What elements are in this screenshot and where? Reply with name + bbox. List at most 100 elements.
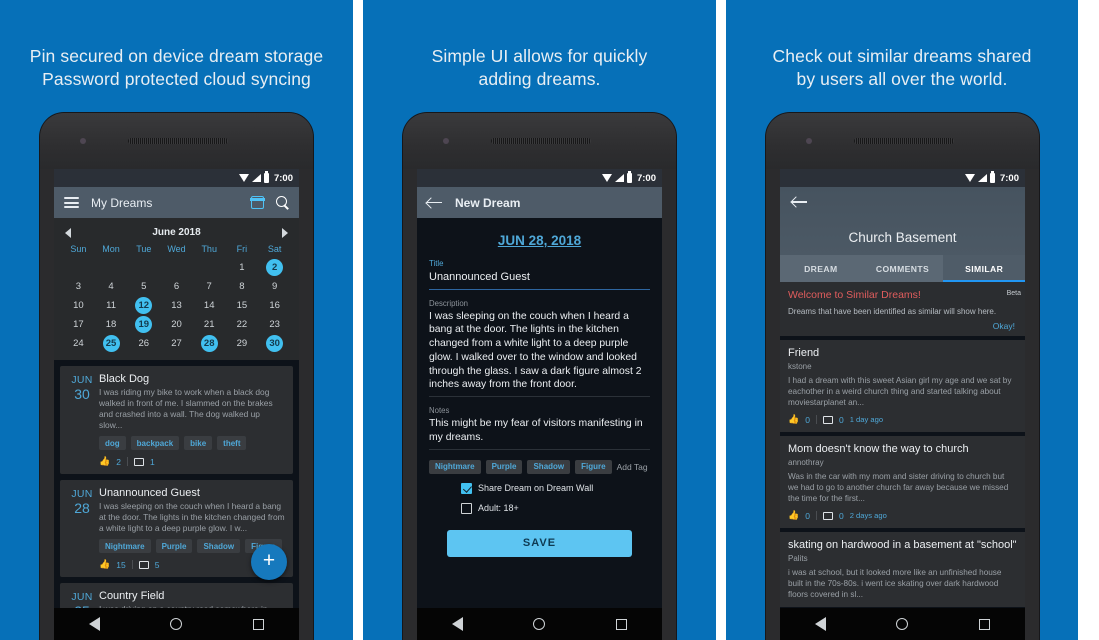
panel-headline: Check out similar dreams shared by users… <box>726 0 1078 91</box>
calendar-day[interactable]: 16 <box>258 297 291 314</box>
calendar-day[interactable]: 5 <box>127 278 160 295</box>
thumbs-up-icon[interactable]: 👍 <box>788 510 799 521</box>
tag-row[interactable]: Nightmare Purple Shadow Figure Add Tag <box>429 459 650 474</box>
calendar-day[interactable]: 1 <box>226 259 259 276</box>
calendar-day[interactable]: 20 <box>160 316 193 333</box>
calendar-day[interactable]: 27 <box>160 335 193 352</box>
calendar-day[interactable]: 6 <box>160 278 193 295</box>
calendar-day[interactable]: 28 <box>193 335 226 352</box>
calendar-day-number: 13 <box>171 300 182 311</box>
nav-recents-icon[interactable] <box>252 618 264 630</box>
nav-back-icon[interactable] <box>815 617 827 631</box>
calendar-day[interactable]: 29 <box>226 335 259 352</box>
description-field-value[interactable]: I was sleeping on the couch when I heard… <box>429 310 650 393</box>
tab-similar[interactable]: SIMILAR <box>943 255 1025 282</box>
nav-recents-icon[interactable] <box>615 618 627 630</box>
tag-chip[interactable]: dog <box>99 436 126 450</box>
calendar-day[interactable]: 2 <box>258 259 291 276</box>
back-arrow-row[interactable] <box>780 187 1025 208</box>
tag-chip[interactable]: Nightmare <box>429 459 481 474</box>
title-field-value[interactable]: Unannounced Guest <box>429 270 650 285</box>
new-dream-form[interactable]: JUN 28, 2018 Title Unannounced Guest Des… <box>417 218 662 557</box>
share-dream-checkbox-row[interactable]: Share Dream on Dream Wall <box>429 482 650 494</box>
calendar-day[interactable]: 3 <box>62 278 95 295</box>
calendar-day[interactable]: 11 <box>95 297 128 314</box>
adult-checkbox-row[interactable]: Adult: 18+ <box>429 502 650 514</box>
hamburger-menu-icon[interactable] <box>64 197 79 208</box>
calendar-day[interactable]: 24 <box>62 335 95 352</box>
back-arrow-icon[interactable] <box>792 196 808 208</box>
calendar-day[interactable]: 21 <box>193 316 226 333</box>
adult-checkbox[interactable] <box>461 502 472 514</box>
calendar-icon[interactable] <box>250 196 265 209</box>
next-month-icon[interactable] <box>282 228 288 238</box>
calendar-day[interactable]: 22 <box>226 316 259 333</box>
tag-chip[interactable]: bike <box>184 436 213 450</box>
tag-chip[interactable]: Shadow <box>197 539 241 553</box>
signal-icon <box>614 174 624 182</box>
back-arrow-icon[interactable] <box>427 197 443 209</box>
nav-home-icon[interactable] <box>533 618 546 630</box>
calendar-day[interactable]: 19 <box>127 316 160 333</box>
calendar-day[interactable]: 13 <box>160 297 193 314</box>
calendar-day-number: 20 <box>171 319 182 330</box>
calendar-day[interactable]: 4 <box>95 278 128 295</box>
calendar-day[interactable]: 26 <box>127 335 160 352</box>
share-dream-checkbox[interactable] <box>461 482 472 494</box>
share-dream-label: Share Dream on Dream Wall <box>478 483 594 494</box>
similar-dream-card[interactable]: Mom doesn't know the way to church annoth… <box>780 436 1025 528</box>
calendar-day-empty <box>95 259 128 276</box>
thumbs-up-icon[interactable]: 👍 <box>99 456 110 467</box>
comment-icon[interactable] <box>133 457 144 466</box>
calendar-day[interactable]: 25 <box>95 335 128 352</box>
calendar-day[interactable]: 15 <box>226 297 259 314</box>
calendar-day[interactable]: 23 <box>258 316 291 333</box>
tag-chip[interactable]: backpack <box>130 436 180 450</box>
add-tag-button[interactable]: Add Tag <box>617 462 648 472</box>
dream-card[interactable]: JUN 30 Black Dog I was riding my bike to wo… <box>60 366 293 474</box>
comment-icon[interactable] <box>822 511 833 520</box>
tag-chip[interactable]: Purple <box>155 539 193 553</box>
similar-dream-card[interactable]: skating on hardwood in a basement at "sc… <box>780 532 1025 607</box>
beta-badge: Beta <box>1006 290 1021 297</box>
tab-bar[interactable]: DREAM COMMENTS SIMILAR <box>780 255 1025 282</box>
calendar-day[interactable]: 14 <box>193 297 226 314</box>
nav-home-icon[interactable] <box>170 618 183 630</box>
tag-chip[interactable]: Purple <box>485 459 523 474</box>
tab-comments[interactable]: COMMENTS <box>862 255 944 282</box>
banner-okay-button[interactable]: Okay! <box>788 321 1017 331</box>
dream-list[interactable]: JUN 30 Black Dog I was riding my bike to wo… <box>54 360 299 633</box>
comment-icon[interactable] <box>822 415 833 424</box>
calendar-day[interactable]: 7 <box>193 278 226 295</box>
save-button[interactable]: SAVE <box>447 529 632 557</box>
similar-dream-list[interactable]: Friend kstone I had a dream with this swee… <box>780 340 1025 607</box>
notes-field-value[interactable]: This might be my fear of visitors manife… <box>429 417 650 445</box>
search-icon[interactable] <box>276 196 289 209</box>
prev-month-icon[interactable] <box>65 228 71 238</box>
add-dream-fab[interactable]: + <box>251 544 287 580</box>
tag-chip[interactable]: theft <box>217 436 247 450</box>
calendar-day[interactable]: 8 <box>226 278 259 295</box>
calendar-day[interactable]: 10 <box>62 297 95 314</box>
nav-recents-icon[interactable] <box>978 618 990 630</box>
nav-back-icon[interactable] <box>89 617 101 631</box>
calendar-day[interactable]: 9 <box>258 278 291 295</box>
tag-chip[interactable]: Figure <box>575 459 612 474</box>
dream-date-field[interactable]: JUN 28, 2018 <box>429 228 650 259</box>
comment-icon[interactable] <box>138 560 149 569</box>
nav-back-icon[interactable] <box>452 617 464 631</box>
tag-chip[interactable]: Nightmare <box>99 539 151 553</box>
tab-dream[interactable]: DREAM <box>780 255 862 282</box>
similar-dream-card[interactable]: Friend kstone I had a dream with this swee… <box>780 340 1025 432</box>
nav-home-icon[interactable] <box>896 618 909 630</box>
calendar-day[interactable]: 17 <box>62 316 95 333</box>
calendar-day-number: 1 <box>239 262 245 273</box>
tag-chip[interactable]: Shadow <box>527 459 571 474</box>
calendar-day[interactable]: 18 <box>95 316 128 333</box>
thumbs-up-icon[interactable]: 👍 <box>788 414 799 425</box>
calendar-grid[interactable]: Sun Mon Tue Wed Thu Fri Sat 1 2 3 4 5 6 7 8 9 10 11 12 13 14… <box>62 244 291 352</box>
calendar-widget[interactable]: June 2018 Sun Mon Tue Wed Thu Fri Sat 1 2 3 4 5 6 7 8 9… <box>54 218 299 360</box>
thumbs-up-icon[interactable]: 👍 <box>99 559 110 570</box>
calendar-day[interactable]: 12 <box>127 297 160 314</box>
calendar-day[interactable]: 30 <box>258 335 291 352</box>
